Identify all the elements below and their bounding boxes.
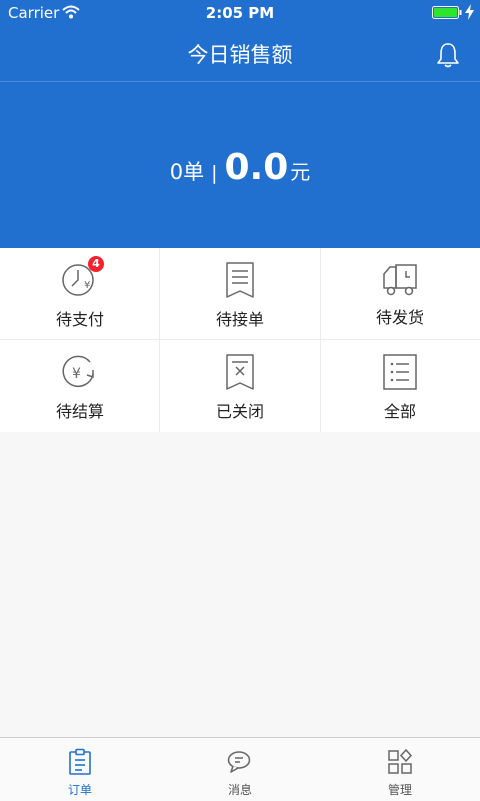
grid-icon [388,748,413,774]
closed-receipt-icon [226,354,254,390]
summary-separator: | [211,162,218,184]
tab-messages[interactable]: 消息 [160,738,320,801]
yen-refresh-icon: ¥ [62,355,94,388]
order-count: 0单 [169,160,205,184]
order-status-label: 待接单 [215,310,264,329]
order-status-grid: ¥ 4 待支付 待接单 待发货 ¥ 待结算 已关闭 全部 [0,248,480,432]
order-pending-settlement[interactable]: ¥ 待结算 [0,340,160,432]
chat-icon [227,751,251,773]
order-closed[interactable]: 已关闭 [160,340,320,432]
tab-label: 订单 [67,783,92,797]
svg-text:¥: ¥ [72,366,81,382]
clock: 2:05 PM [205,4,275,22]
receipt-icon [226,262,254,298]
tab-orders[interactable]: 订单 [0,738,160,801]
tab-label: 消息 [227,783,252,797]
grid-divider [159,248,160,432]
order-status-label: 待支付 [55,310,104,329]
sales-amount: 0.0 [224,147,289,188]
status-bar: Carrier 2:05 PM [0,0,480,26]
grid-divider [0,339,480,340]
grid-divider [320,248,321,432]
pending-payment-badge: 4 [88,256,104,272]
truck-icon [383,264,417,296]
tab-management[interactable]: 管理 [320,738,480,801]
tab-bar: 订单 消息 管理 [0,737,480,801]
page-title: 今日销售额 [187,43,293,67]
tab-label: 管理 [387,783,412,797]
order-status-label: 全部 [383,402,416,421]
order-pending-shipment[interactable]: 待发货 [320,248,480,340]
order-all[interactable]: 全部 [320,340,480,432]
charging-icon [465,4,474,20]
svg-text:¥: ¥ [84,280,90,291]
list-icon [383,354,417,390]
order-pending-acceptance[interactable]: 待接单 [160,248,320,340]
clipboard-icon [69,748,91,775]
order-status-label: 待发货 [375,308,424,327]
bell-icon[interactable] [436,42,460,68]
order-pending-payment[interactable]: ¥ 4 待支付 [0,248,160,340]
order-status-label: 已关闭 [215,402,264,421]
sales-summary: 0单 | 0.0 元 [0,146,480,190]
nav-divider [0,81,480,82]
currency-unit: 元 [290,160,311,184]
battery-icon [432,6,462,19]
order-status-label: 待结算 [55,402,104,421]
header: Carrier 2:05 PM 今日销售额 0单 | 0.0 元 [0,0,480,248]
